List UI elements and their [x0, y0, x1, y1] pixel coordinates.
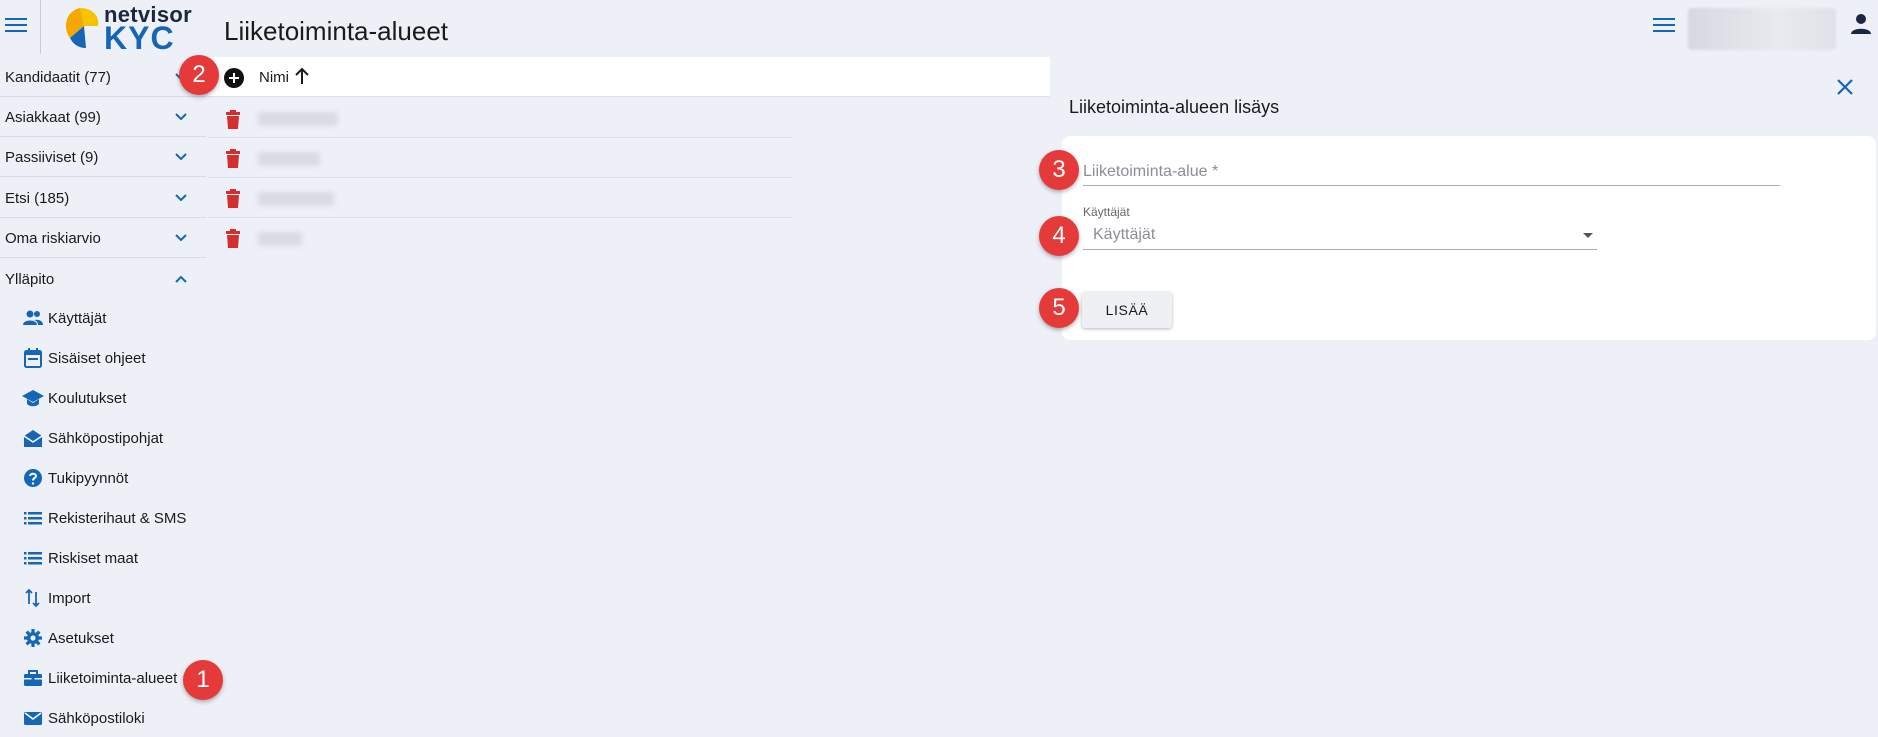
sidebar-item-label: Rekisterihaut & SMS [48, 510, 187, 527]
column-header-nimi[interactable]: Nimi [259, 69, 289, 86]
divider [40, 0, 41, 54]
logo-mark-icon [66, 8, 99, 48]
top-bar: netvisor KYC Liiketoiminta-alueet [0, 0, 1878, 56]
sidebar-item-sahkopostipohjat[interactable]: Sähköpostipohjat [0, 419, 206, 457]
sidebar-item-rekisterihaut[interactable]: Rekisterihaut & SMS [0, 499, 206, 537]
sidebar-item-liiketoiminta-alueet[interactable]: Liiketoiminta-alueet [0, 659, 206, 697]
logo[interactable]: netvisor KYC [60, 2, 192, 56]
sidebar-group-kandidaatit[interactable]: Kandidaatit (77) [0, 57, 206, 97]
sidebar-group-label: Ylläpito [5, 271, 55, 288]
drafts-icon [23, 430, 43, 447]
sidebar-group-asiakkaat[interactable]: Asiakkaat (99) [0, 97, 206, 137]
sidebar-item-label: Sähköpostiloki [48, 710, 145, 727]
sidebar-item-label: Liiketoiminta-alueet [48, 670, 178, 687]
sidebar-group-yllapito[interactable]: Ylläpito [0, 259, 206, 299]
sidebar-item-sisaiset-ohjeet[interactable]: Sisäiset ohjeet [0, 339, 206, 377]
sidebar-item-label: Sähköpostipohjat [48, 430, 164, 447]
blurred-row-text [258, 152, 320, 166]
close-icon[interactable] [1836, 78, 1854, 96]
sidebar-item-label: Asetukset [48, 630, 114, 647]
add-button[interactable]: LISÄÄ [1082, 292, 1172, 328]
briefcase-icon [24, 670, 42, 686]
chevron-down-icon [175, 194, 187, 202]
users-select[interactable]: Käyttäjät [1083, 222, 1597, 250]
blurred-row-text [258, 232, 302, 246]
user-name-blurred[interactable] [1688, 8, 1836, 50]
help-icon [24, 469, 42, 487]
delete-icon[interactable] [224, 229, 242, 249]
chevron-up-icon [175, 275, 187, 283]
menu-icon[interactable] [5, 14, 27, 36]
import-arrows-icon [25, 588, 40, 608]
sidebar-item-tukipyynnot[interactable]: Tukipyynnöt [0, 459, 206, 497]
blurred-row-text [258, 192, 334, 206]
step-badge: 5 [1039, 288, 1079, 328]
school-icon [22, 390, 44, 407]
sidebar-group-label: Passiiviset (9) [5, 149, 99, 166]
users-select-placeholder: Käyttäjät [1093, 226, 1156, 243]
options-menu-icon[interactable] [1653, 14, 1675, 36]
sidebar-group-label: Etsi (185) [5, 190, 70, 207]
sidebar-item-sahkopostiloki[interactable]: Sähköpostiloki [0, 699, 206, 737]
panel-title: Liiketoiminta-alueen lisäys [1069, 97, 1280, 117]
list-icon [24, 512, 42, 525]
mail-icon [24, 712, 42, 725]
sidebar-group-etsi[interactable]: Etsi (185) [0, 178, 206, 218]
sidebar-item-riskiset-maat[interactable]: Riskiset maat [0, 539, 206, 577]
add-icon[interactable] [224, 68, 244, 88]
users-field-label: Käyttäjät [1083, 205, 1130, 219]
delete-icon[interactable] [224, 110, 242, 130]
page-title: Liiketoiminta-alueet [224, 16, 449, 46]
delete-icon[interactable] [224, 189, 242, 209]
calendar-icon [24, 348, 42, 368]
logo-text-kyc: KYC [104, 20, 175, 56]
chevron-down-icon [175, 234, 187, 242]
dropdown-caret-icon [1583, 233, 1593, 238]
sidebar-group-label: Oma riskiarvio [5, 230, 101, 247]
sidebar-item-asetukset[interactable]: Asetukset [0, 619, 206, 657]
table-header [208, 57, 1050, 97]
sidebar-item-label: Import [48, 590, 91, 607]
sidebar-item-import[interactable]: Import [0, 579, 206, 617]
sidebar: Kandidaatit (77) Asiakkaat (99) Passiivi… [0, 57, 206, 737]
step-badge: 4 [1039, 216, 1079, 256]
list-icon [24, 552, 42, 565]
person-icon[interactable] [1850, 12, 1872, 36]
sidebar-group-label: Asiakkaat (99) [5, 109, 101, 126]
sidebar-group-oma-riskiarvio[interactable]: Oma riskiarvio [0, 218, 206, 258]
chevron-down-icon [175, 113, 187, 121]
step-badge: 3 [1039, 150, 1079, 190]
sidebar-item-label: Koulutukset [48, 390, 127, 407]
sidebar-item-label: Käyttäjät [48, 310, 107, 327]
sidebar-item-label: Tukipyynnöt [48, 470, 129, 487]
sidebar-group-passiiviset[interactable]: Passiiviset (9) [0, 137, 206, 177]
chevron-down-icon [175, 153, 187, 161]
step-badge: 1 [183, 660, 223, 700]
gear-icon [24, 629, 42, 647]
sidebar-item-label: Riskiset maat [48, 550, 139, 567]
blurred-row-text [258, 112, 338, 126]
step-badge: 2 [179, 55, 219, 95]
sort-ascending-icon[interactable] [294, 66, 310, 86]
sidebar-item-kayttajat[interactable]: Käyttäjät [0, 299, 206, 337]
people-icon [23, 310, 43, 325]
sidebar-group-label: Kandidaatit (77) [5, 69, 111, 86]
sidebar-item-label: Sisäiset ohjeet [48, 350, 146, 367]
sidebar-item-koulutukset[interactable]: Koulutukset [0, 379, 206, 417]
business-area-input[interactable] [1083, 158, 1780, 186]
delete-icon[interactable] [224, 149, 242, 169]
